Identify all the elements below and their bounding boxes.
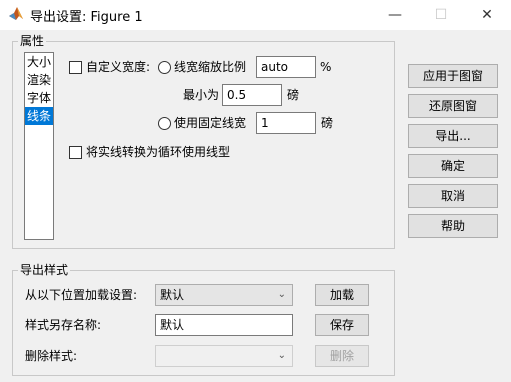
scale-width-radio[interactable]	[158, 61, 171, 74]
restore-figure-button[interactable]: 还原图窗	[408, 94, 498, 118]
help-button[interactable]: 帮助	[408, 214, 498, 238]
close-button[interactable]: ✕	[464, 0, 510, 30]
maximize-button: ☐	[434, 7, 448, 23]
cancel-button[interactable]: 取消	[408, 184, 498, 208]
list-item-font[interactable]: 字体	[25, 89, 53, 107]
save-style-label: 样式另存名称:	[25, 318, 102, 332]
list-item-rendering[interactable]: 渲染	[25, 71, 53, 89]
chevron-down-icon: ⌄	[277, 289, 286, 300]
properties-group-title: 属性	[18, 34, 47, 48]
matlab-icon	[8, 6, 24, 22]
list-item-size[interactable]: 大小	[25, 53, 53, 71]
export-button[interactable]: 导出...	[408, 124, 498, 148]
save-button[interactable]: 保存	[315, 314, 369, 336]
chevron-down-icon: ⌄	[277, 350, 286, 361]
delete-style-label: 删除样式:	[25, 349, 78, 363]
load-settings-label: 从以下位置加载设置:	[25, 288, 138, 302]
load-settings-value: 默认	[160, 288, 185, 302]
scale-unit: %	[320, 60, 332, 74]
export-styles-group-title: 导出样式	[18, 263, 71, 277]
scale-input[interactable]: auto	[256, 56, 316, 78]
ok-button[interactable]: 确定	[408, 154, 498, 178]
apply-to-figure-button[interactable]: 应用于图窗	[408, 64, 498, 88]
convert-linestyle-checkbox[interactable]	[69, 146, 82, 159]
fixed-width-unit: 磅	[321, 116, 334, 130]
delete-button: 删除	[315, 345, 369, 367]
delete-style-select: ⌄	[155, 345, 293, 367]
minimize-button[interactable]: —	[372, 0, 418, 30]
list-item-lines[interactable]: 线条	[25, 107, 53, 125]
load-button[interactable]: 加载	[315, 284, 369, 306]
load-settings-select[interactable]: 默认 ⌄	[155, 284, 293, 306]
min-width-label: 最小为	[183, 88, 220, 102]
custom-width-checkbox[interactable]	[69, 61, 82, 74]
min-width-input[interactable]: 0.5	[222, 84, 282, 106]
fixed-width-radio[interactable]	[158, 117, 171, 130]
scale-width-label: 线宽缩放比例	[174, 60, 247, 74]
custom-width-label: 自定义宽度:	[86, 60, 151, 74]
fixed-width-input[interactable]: 1	[256, 112, 316, 134]
save-style-name-input[interactable]: 默认	[155, 314, 293, 336]
window-title: 导出设置: Figure 1	[30, 10, 143, 25]
fixed-width-label: 使用固定线宽	[174, 116, 247, 130]
property-list[interactable]: 大小 渲染 字体 线条	[24, 52, 54, 240]
convert-linestyle-label: 将实线转换为循环使用线型	[86, 145, 231, 159]
min-width-unit: 磅	[287, 88, 300, 102]
